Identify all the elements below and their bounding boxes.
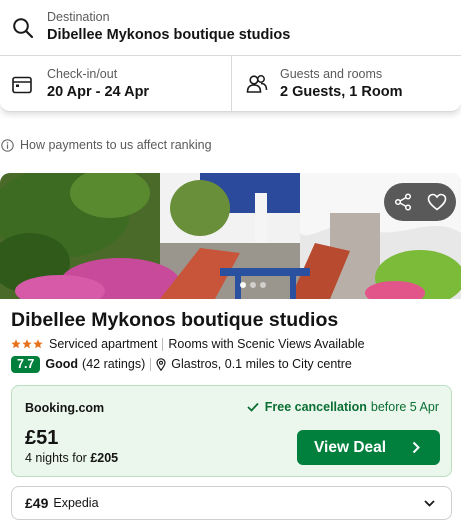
destination-label: Destination <box>47 10 110 24</box>
cancellation-date: before 5 Apr <box>370 400 439 414</box>
property-feature: Rooms with Scenic Views Available <box>168 337 365 351</box>
divider <box>162 337 164 351</box>
divider <box>150 357 152 371</box>
search-icon <box>13 18 34 39</box>
star-rating <box>11 339 43 349</box>
star-icon <box>11 339 21 349</box>
check-in-out-field[interactable]: Check-in/out 20 Apr - 24 Apr <box>0 56 232 112</box>
guests-value: 2 Guests, 1 Room <box>280 84 403 100</box>
info-icon <box>1 138 14 152</box>
hotel-name[interactable]: Dibellee Mykonos boutique studios <box>11 309 338 332</box>
carousel-dot[interactable] <box>240 282 246 288</box>
calendar-icon <box>12 76 32 94</box>
carousel-dot[interactable] <box>260 282 266 288</box>
location-pin-icon <box>156 357 166 371</box>
review-score-badge: 7.7 <box>11 355 41 373</box>
deal-total: 4 nights for £205 <box>25 451 118 465</box>
total-price: £205 <box>90 451 119 465</box>
dates-value: 20 Apr - 24 Apr <box>47 84 150 100</box>
star-icon <box>33 339 43 349</box>
guests-rooms-field[interactable]: Guests and rooms 2 Guests, 1 Room <box>232 56 461 112</box>
free-cancellation-label: Free cancellation <box>264 400 367 414</box>
star-icon <box>22 339 32 349</box>
property-type: Serviced apartment <box>49 337 158 351</box>
nights-text: 4 nights for <box>25 451 87 465</box>
dates-label: Check-in/out <box>47 67 118 81</box>
ranking-info-text: How payments to us affect ranking <box>20 138 212 152</box>
rating-count: (42 ratings) <box>82 357 146 371</box>
alternative-deal-row[interactable]: £49 Expedia <box>11 486 452 520</box>
ranking-info-link[interactable]: How payments to us affect ranking <box>0 137 212 153</box>
photo-carousel-dots <box>240 282 266 288</box>
rating-row: 7.7 Good (42 ratings) Glastros, 0.1 mile… <box>11 355 352 373</box>
carousel-dot[interactable] <box>250 282 256 288</box>
heart-icon <box>427 193 447 211</box>
guests-icon <box>246 75 268 93</box>
hotel-meta: Serviced apartment Rooms with Scenic Vie… <box>11 336 365 352</box>
chevron-right-icon <box>412 441 420 454</box>
destination-value: Dibellee Mykonos boutique studios <box>47 27 291 43</box>
check-icon <box>247 402 259 412</box>
view-deal-label: View Deal <box>314 438 387 456</box>
destination-field[interactable]: Destination Dibellee Mykonos boutique st… <box>0 0 461 56</box>
guests-label: Guests and rooms <box>280 67 383 81</box>
deal-provider: Booking.com <box>25 401 105 415</box>
alt-deal-provider: Expedia <box>53 496 99 510</box>
rating-word: Good <box>45 357 79 371</box>
share-button[interactable] <box>384 183 422 221</box>
deal-price: £51 <box>25 427 59 449</box>
free-cancellation: Free cancellation before 5 Apr <box>247 400 439 414</box>
view-deal-button[interactable]: View Deal <box>297 430 440 465</box>
top-deal-box[interactable]: Booking.com Free cancellation before 5 A… <box>11 385 452 477</box>
favorite-button[interactable] <box>418 183 456 221</box>
search-summary-card: Destination Dibellee Mykonos boutique st… <box>0 0 461 112</box>
chevron-down-icon[interactable] <box>424 500 435 507</box>
location-text: Glastros, 0.1 miles to City centre <box>171 357 352 371</box>
alt-deal-price: £49 <box>25 495 49 511</box>
share-icon <box>394 193 412 211</box>
